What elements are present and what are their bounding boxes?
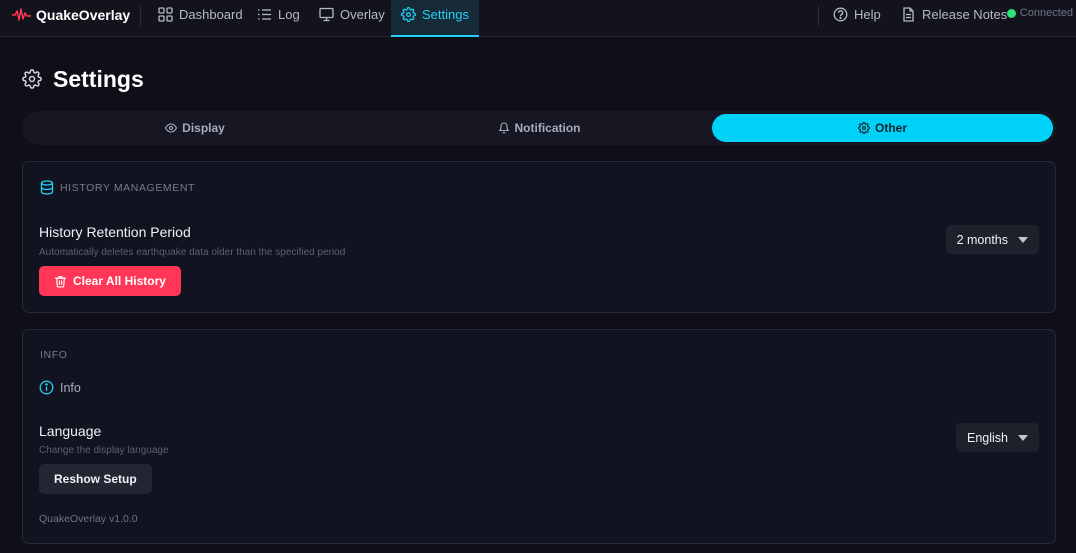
connection-status: Connected: [1006, 7, 1073, 19]
bell-icon: [498, 122, 510, 134]
list-icon: [257, 7, 272, 22]
caret-down-icon: [1018, 434, 1028, 441]
language-value: English: [967, 430, 1008, 445]
info-section-text: INFO: [40, 349, 68, 361]
nav-overlay[interactable]: Overlay: [319, 0, 385, 37]
retention-title: History Retention Period: [39, 224, 191, 240]
info-card: INFO Info Language Change the display la…: [22, 329, 1056, 544]
monitor-icon: [319, 7, 334, 22]
help-circle-icon: [833, 7, 848, 22]
history-management-card: HISTORY MANAGEMENT History Retention Per…: [22, 161, 1056, 313]
retention-period-value: 2 months: [956, 232, 1008, 247]
info-label: Info: [60, 380, 81, 395]
nav-dashboard[interactable]: Dashboard: [158, 0, 243, 37]
waveform-logo-icon: [12, 8, 31, 22]
history-section-text: HISTORY MANAGEMENT: [60, 181, 196, 194]
retention-period-select[interactable]: 2 months: [945, 225, 1039, 254]
caret-down-icon: [1018, 236, 1028, 243]
nav-release-notes-label: Release Notes: [922, 7, 1008, 22]
nav-help-label: Help: [854, 7, 881, 22]
info-section-label: INFO: [40, 349, 67, 361]
document-icon: [901, 7, 916, 22]
nav-overlay-label: Overlay: [340, 7, 385, 22]
page-title: Settings: [53, 65, 144, 92]
gear-icon: [401, 7, 416, 22]
tab-notification-label: Notification: [514, 121, 581, 135]
tab-display[interactable]: Display: [25, 114, 365, 142]
app-version: QuakeOverlay v1.0.0: [39, 513, 138, 525]
top-bar: QuakeOverlay Dashboard Log Overlay Setti…: [0, 0, 1076, 37]
reshow-setup-button[interactable]: Reshow Setup: [39, 464, 152, 494]
info-circle-icon: [39, 380, 54, 395]
nav-dashboard-label: Dashboard: [179, 7, 243, 22]
connection-status-label: Connected: [1019, 7, 1073, 19]
nav-log[interactable]: Log: [257, 0, 300, 37]
nav-settings-label: Settings: [422, 7, 469, 22]
page-header: Settings: [22, 64, 144, 94]
settings-tabs: Display Notification Other: [22, 111, 1056, 145]
clear-all-history-label: Clear All History: [73, 274, 166, 288]
nav-release-notes[interactable]: Release Notes: [901, 0, 1007, 37]
trash-icon: [54, 275, 67, 288]
nav-settings[interactable]: Settings: [391, 0, 479, 37]
language-select[interactable]: English: [956, 423, 1039, 452]
divider: [818, 6, 819, 26]
app-name: QuakeOverlay: [36, 7, 131, 23]
history-section-label: HISTORY MANAGEMENT: [40, 180, 195, 195]
divider: [140, 6, 141, 26]
language-title: Language: [39, 423, 102, 439]
clear-all-history-button[interactable]: Clear All History: [39, 266, 181, 296]
nav-help[interactable]: Help: [833, 0, 881, 37]
database-icon: [40, 180, 54, 195]
retention-description: Automatically deletes earthquake data ol…: [39, 247, 346, 258]
nav-log-label: Log: [278, 7, 300, 22]
tab-other[interactable]: Other: [712, 114, 1053, 142]
eye-icon: [165, 122, 178, 134]
tab-other-label: Other: [874, 121, 907, 135]
info-link[interactable]: Info: [39, 380, 81, 395]
status-dot-icon: [1006, 8, 1016, 18]
gear-icon: [22, 69, 42, 89]
brand[interactable]: QuakeOverlay: [12, 0, 130, 30]
tab-display-label: Display: [182, 121, 225, 135]
dashboard-grid-icon: [158, 7, 173, 22]
tab-notification[interactable]: Notification: [369, 114, 709, 142]
gear-icon: [857, 122, 870, 134]
language-description: Change the display language: [39, 445, 169, 456]
